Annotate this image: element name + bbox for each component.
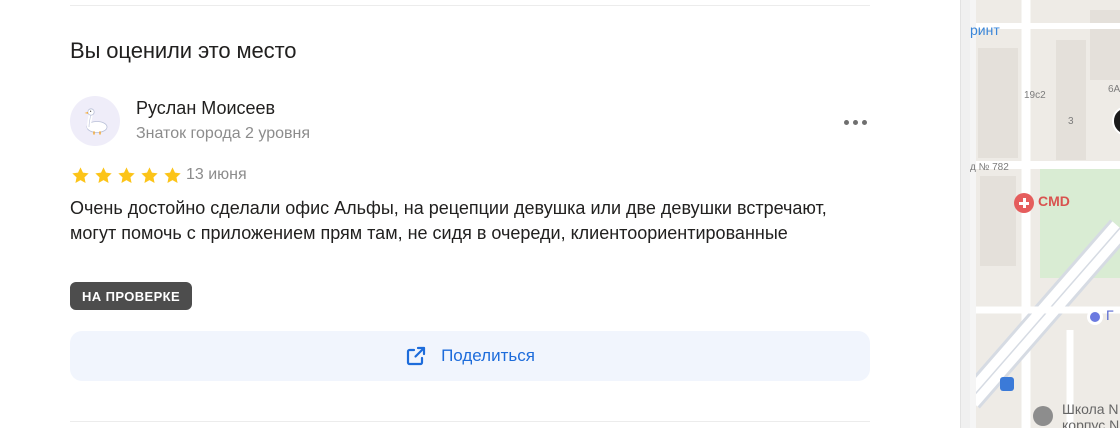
more-dots-icon bbox=[852, 119, 858, 125]
divider bbox=[70, 421, 870, 422]
map-label-street: д № 782 bbox=[970, 162, 1009, 173]
star-icon bbox=[95, 167, 112, 183]
map-label-top: ринт bbox=[970, 22, 1000, 38]
goose-avatar-icon bbox=[84, 108, 108, 135]
review-panel: Вы оценили это место Руслан Моисеев Знат… bbox=[0, 0, 960, 428]
scrollbar[interactable] bbox=[960, 0, 970, 428]
map-poi-label[interactable]: Г bbox=[1106, 307, 1114, 323]
star-icon bbox=[118, 167, 135, 183]
map-label-school: Школа N bbox=[1062, 401, 1119, 417]
map-label-building: 3 bbox=[1068, 116, 1074, 127]
divider bbox=[70, 5, 870, 6]
star-icon bbox=[72, 167, 89, 183]
map-label-school: корпус N bbox=[1062, 417, 1120, 428]
medical-pin-icon[interactable] bbox=[1014, 193, 1034, 213]
share-label: Поделиться bbox=[441, 346, 535, 365]
place-pin-icon[interactable] bbox=[1087, 309, 1103, 325]
share-external-icon bbox=[406, 346, 426, 366]
map-label-building: 19с2 bbox=[1024, 90, 1046, 101]
more-options-button[interactable] bbox=[840, 114, 870, 130]
star-icon bbox=[141, 167, 158, 183]
map-canvas bbox=[970, 0, 1120, 428]
review-text: Очень достойно сделали офис Альфы, на ре… bbox=[70, 198, 827, 243]
status-badge: НА ПРОВЕРКЕ bbox=[70, 282, 193, 310]
map-poi-label[interactable]: CMD bbox=[1038, 193, 1070, 209]
section-title: Вы оценили это место bbox=[70, 38, 297, 63]
rating-stars bbox=[71, 166, 182, 185]
author-name[interactable]: Руслан Моисеев bbox=[136, 98, 275, 119]
map-label-building: 6А bbox=[1108, 84, 1120, 95]
review-date: 13 июня bbox=[186, 166, 247, 183]
school-icon[interactable] bbox=[1033, 406, 1053, 426]
author-level: Знаток города 2 уровня bbox=[136, 125, 311, 142]
bus-stop-icon[interactable] bbox=[1000, 377, 1014, 391]
more-dots-icon bbox=[843, 119, 849, 125]
author-avatar[interactable] bbox=[70, 96, 120, 146]
more-dots-icon bbox=[861, 119, 867, 125]
share-button[interactable]: Поделиться bbox=[70, 331, 870, 381]
map-view[interactable]: ринт 19с2 6А 3 д № 782 Школа N корпус N bbox=[970, 0, 1120, 428]
star-icon bbox=[164, 167, 181, 183]
